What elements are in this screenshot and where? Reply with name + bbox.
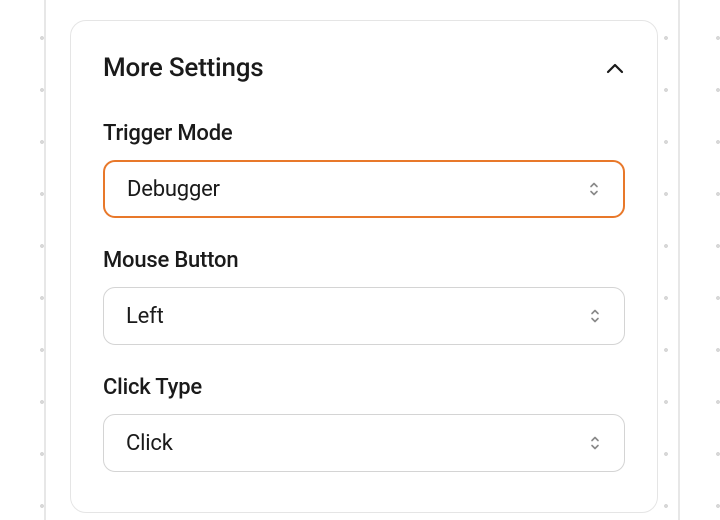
trigger-mode-label: Trigger Mode — [103, 121, 625, 146]
mouse-button-value: Left — [126, 304, 164, 329]
mouse-button-field: Mouse Button Left — [103, 248, 625, 345]
panel-title: More Settings — [103, 53, 263, 83]
chevron-up-icon — [605, 58, 625, 78]
more-settings-panel: More Settings Trigger Mode Debugger Mous… — [70, 20, 658, 513]
left-rail — [44, 0, 46, 520]
panel-header-toggle[interactable]: More Settings — [103, 53, 625, 83]
trigger-mode-select[interactable]: Debugger — [103, 160, 625, 218]
click-type-value: Click — [126, 431, 173, 456]
click-type-select[interactable]: Click — [103, 414, 625, 472]
trigger-mode-field: Trigger Mode Debugger — [103, 121, 625, 218]
select-caret-icon — [587, 180, 601, 198]
trigger-mode-value: Debugger — [127, 177, 220, 202]
right-rail — [678, 0, 680, 520]
select-caret-icon — [588, 434, 602, 452]
select-caret-icon — [588, 307, 602, 325]
mouse-button-select[interactable]: Left — [103, 287, 625, 345]
mouse-button-label: Mouse Button — [103, 248, 625, 273]
click-type-label: Click Type — [103, 375, 625, 400]
click-type-field: Click Type Click — [103, 375, 625, 472]
